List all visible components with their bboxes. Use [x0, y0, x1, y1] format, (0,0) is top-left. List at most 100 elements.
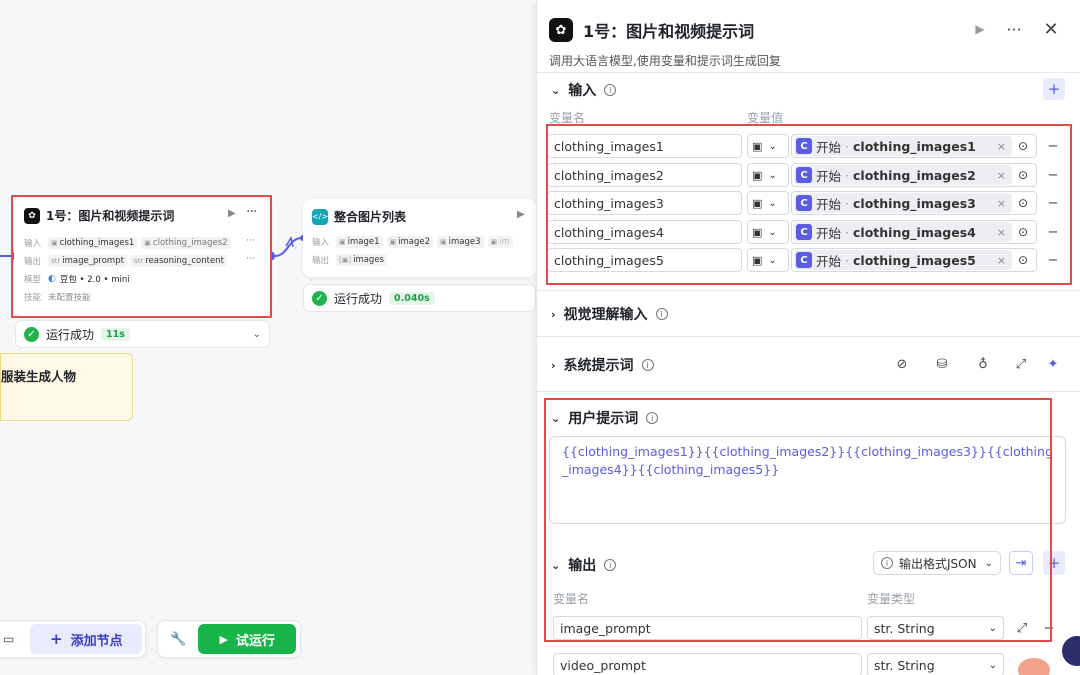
- ai-sparkle-icon[interactable]: ✦: [1044, 355, 1062, 373]
- add-output-button[interactable]: +: [1043, 551, 1065, 575]
- expand-icon[interactable]: ⤢: [1013, 619, 1031, 637]
- node2-status[interactable]: ✓ 运行成功 0.040s: [303, 284, 536, 312]
- run-node-icon[interactable]: ▶: [228, 208, 236, 219]
- remove-icon[interactable]: −: [1044, 223, 1062, 241]
- start-node-icon: C: [796, 167, 812, 183]
- clear-icon[interactable]: ×: [997, 197, 1006, 210]
- output-format-select[interactable]: i 输出格式JSON ⌄: [873, 551, 1001, 575]
- library-icon[interactable]: ⛁: [933, 355, 951, 373]
- add-node-button[interactable]: + 添加节点: [30, 624, 143, 654]
- output-type-select[interactable]: str. String ⌄: [867, 616, 1004, 640]
- success-check-icon: ✓: [312, 290, 327, 306]
- info-icon[interactable]: i: [646, 412, 659, 424]
- remove-icon[interactable]: −: [1044, 251, 1062, 269]
- chevron-down-icon: ⌄: [768, 254, 777, 266]
- input-ref-field[interactable]: C 开始 · clothing_images3 × ⊙: [791, 191, 1037, 215]
- output-type-select[interactable]: str. String ⌄: [867, 653, 1004, 675]
- avatar[interactable]: [1018, 658, 1050, 675]
- remove-icon[interactable]: −: [1044, 194, 1062, 212]
- more-icon[interactable]: ···: [1003, 18, 1025, 40]
- output-chip: [▣] images: [336, 254, 387, 266]
- import-icon[interactable]: ⇥: [1009, 551, 1033, 575]
- image-icon: ▣: [752, 196, 763, 210]
- vision-section-header[interactable]: › 视觉理解输入 i: [551, 304, 668, 324]
- image-icon: ▣: [752, 253, 763, 267]
- input-type-select[interactable]: ▣ ⌄: [747, 248, 789, 272]
- trial-run-button[interactable]: ▶ 试运行: [198, 624, 297, 654]
- user-prompt-header[interactable]: ⌄ 用户提示词 i: [551, 408, 659, 428]
- compass-icon[interactable]: ⊘: [893, 355, 911, 373]
- start-node-icon: C: [796, 195, 812, 211]
- input-section-header[interactable]: ⌄ 输入 i: [551, 80, 617, 100]
- target-icon[interactable]: ⊙: [1018, 196, 1028, 210]
- target-icon[interactable]: ⊙: [1018, 168, 1028, 182]
- input-type-select[interactable]: ▣ ⌄: [747, 134, 789, 158]
- input-type-select[interactable]: ▣ ⌄: [747, 163, 789, 187]
- more-icon[interactable]: ···: [246, 204, 257, 220]
- device-icon[interactable]: ▭: [3, 632, 14, 646]
- info-icon[interactable]: i: [641, 359, 654, 371]
- model-icon: ◐: [48, 274, 56, 284]
- input-ref-field[interactable]: C 开始 · clothing_images2 × ⊙: [791, 163, 1037, 187]
- input-name-field[interactable]: clothing_images2: [547, 163, 742, 187]
- input-ref-field[interactable]: C 开始 · clothing_images4 × ⊙: [791, 220, 1037, 244]
- input-chip: ▣ image1: [336, 236, 383, 248]
- input-ref-field[interactable]: C 开始 · clothing_images5 × ⊙: [791, 248, 1037, 272]
- remove-icon[interactable]: −: [1044, 166, 1062, 184]
- run-node-icon[interactable]: ▶: [517, 209, 525, 220]
- info-icon[interactable]: i: [604, 84, 617, 96]
- input-name-field[interactable]: clothing_images5: [547, 248, 742, 272]
- lightbulb-icon[interactable]: ♁: [974, 355, 992, 373]
- info-icon[interactable]: i: [655, 308, 668, 320]
- input-name-field[interactable]: clothing_images1: [547, 134, 742, 158]
- input-chip: ▣ image2: [386, 236, 434, 248]
- output-name-field[interactable]: image_prompt: [553, 616, 862, 640]
- start-node-icon: C: [796, 252, 812, 268]
- output-label: 输出: [312, 256, 330, 266]
- output-section-header[interactable]: ⌄ 输出 i: [551, 555, 617, 575]
- user-prompt-editor[interactable]: {{clothing_images1}}{{clothing_images2}}…: [549, 436, 1066, 524]
- input-ref-field[interactable]: C 开始 · clothing_images1 × ⊙: [791, 134, 1037, 158]
- note-card[interactable]: 服装生成人物: [0, 353, 133, 421]
- expand-icon[interactable]: ⤢: [1012, 355, 1030, 373]
- more-icon[interactable]: ···: [246, 236, 255, 246]
- variable-ref-tag: C 开始 · clothing_images3 ×: [794, 193, 1012, 213]
- clear-icon[interactable]: ×: [997, 254, 1006, 267]
- wrench-icon[interactable]: 🔧: [170, 632, 186, 647]
- remove-icon[interactable]: −: [1040, 619, 1058, 637]
- node1-status[interactable]: ✓ 运行成功 11s ⌄: [15, 320, 270, 348]
- node-image-video-prompt[interactable]: ✿ 1号：图片和视频提示词 ▶ ··· 输入 ▣ clothing_images1…: [14, 198, 270, 316]
- node-merge-image-list[interactable]: </> 整合图片列表 ▶ 输入 ▣ image1 ▣ image2 ▣ image3 …: [303, 199, 536, 277]
- input-type-select[interactable]: ▣ ⌄: [747, 220, 789, 244]
- start-node-icon: C: [796, 138, 812, 154]
- system-prompt-header[interactable]: › 系统提示词 i: [551, 355, 654, 375]
- add-input-button[interactable]: +: [1043, 78, 1065, 100]
- clear-icon[interactable]: ×: [997, 226, 1006, 239]
- clear-icon[interactable]: ×: [997, 140, 1006, 153]
- more-icon[interactable]: ···: [246, 254, 255, 264]
- target-icon[interactable]: ⊙: [1018, 225, 1028, 239]
- target-icon[interactable]: ⊙: [1018, 139, 1028, 153]
- chevron-down-icon[interactable]: ⌄: [253, 329, 261, 340]
- output-name-field[interactable]: video_prompt: [553, 653, 862, 675]
- llm-node-icon: ✿: [549, 18, 573, 42]
- chevron-down-icon: ⌄: [768, 226, 777, 238]
- bottom-toolbar-right: 🔧 ▶ 试运行: [157, 620, 301, 658]
- col-variable-name: 变量名: [553, 592, 590, 606]
- run-node-icon[interactable]: ▶: [971, 20, 989, 38]
- input-type-select[interactable]: ▣ ⌄: [747, 191, 789, 215]
- panel-title[interactable]: 1号：图片和视频提示词: [583, 18, 754, 42]
- clear-icon[interactable]: ×: [997, 169, 1006, 182]
- variable-ref-tag: C 开始 · clothing_images1 ×: [794, 136, 1012, 156]
- chevron-down-icon: ⌄: [768, 197, 777, 209]
- info-icon[interactable]: i: [604, 559, 617, 571]
- node-config-panel: ✿ 1号：图片和视频提示词 ▶ ··· ✕ 调用大语言模型,使用变量和提示词生成…: [536, 0, 1080, 675]
- status-time: 11s: [101, 327, 130, 341]
- input-name-field[interactable]: clothing_images4: [547, 220, 742, 244]
- remove-icon[interactable]: −: [1044, 137, 1062, 155]
- bottom-toolbar-left: ▭ + 添加节点: [0, 620, 146, 658]
- input-name-field[interactable]: clothing_images3: [547, 191, 742, 215]
- image-icon: ▣: [752, 168, 763, 182]
- target-icon[interactable]: ⊙: [1018, 253, 1028, 267]
- close-icon[interactable]: ✕: [1040, 18, 1062, 40]
